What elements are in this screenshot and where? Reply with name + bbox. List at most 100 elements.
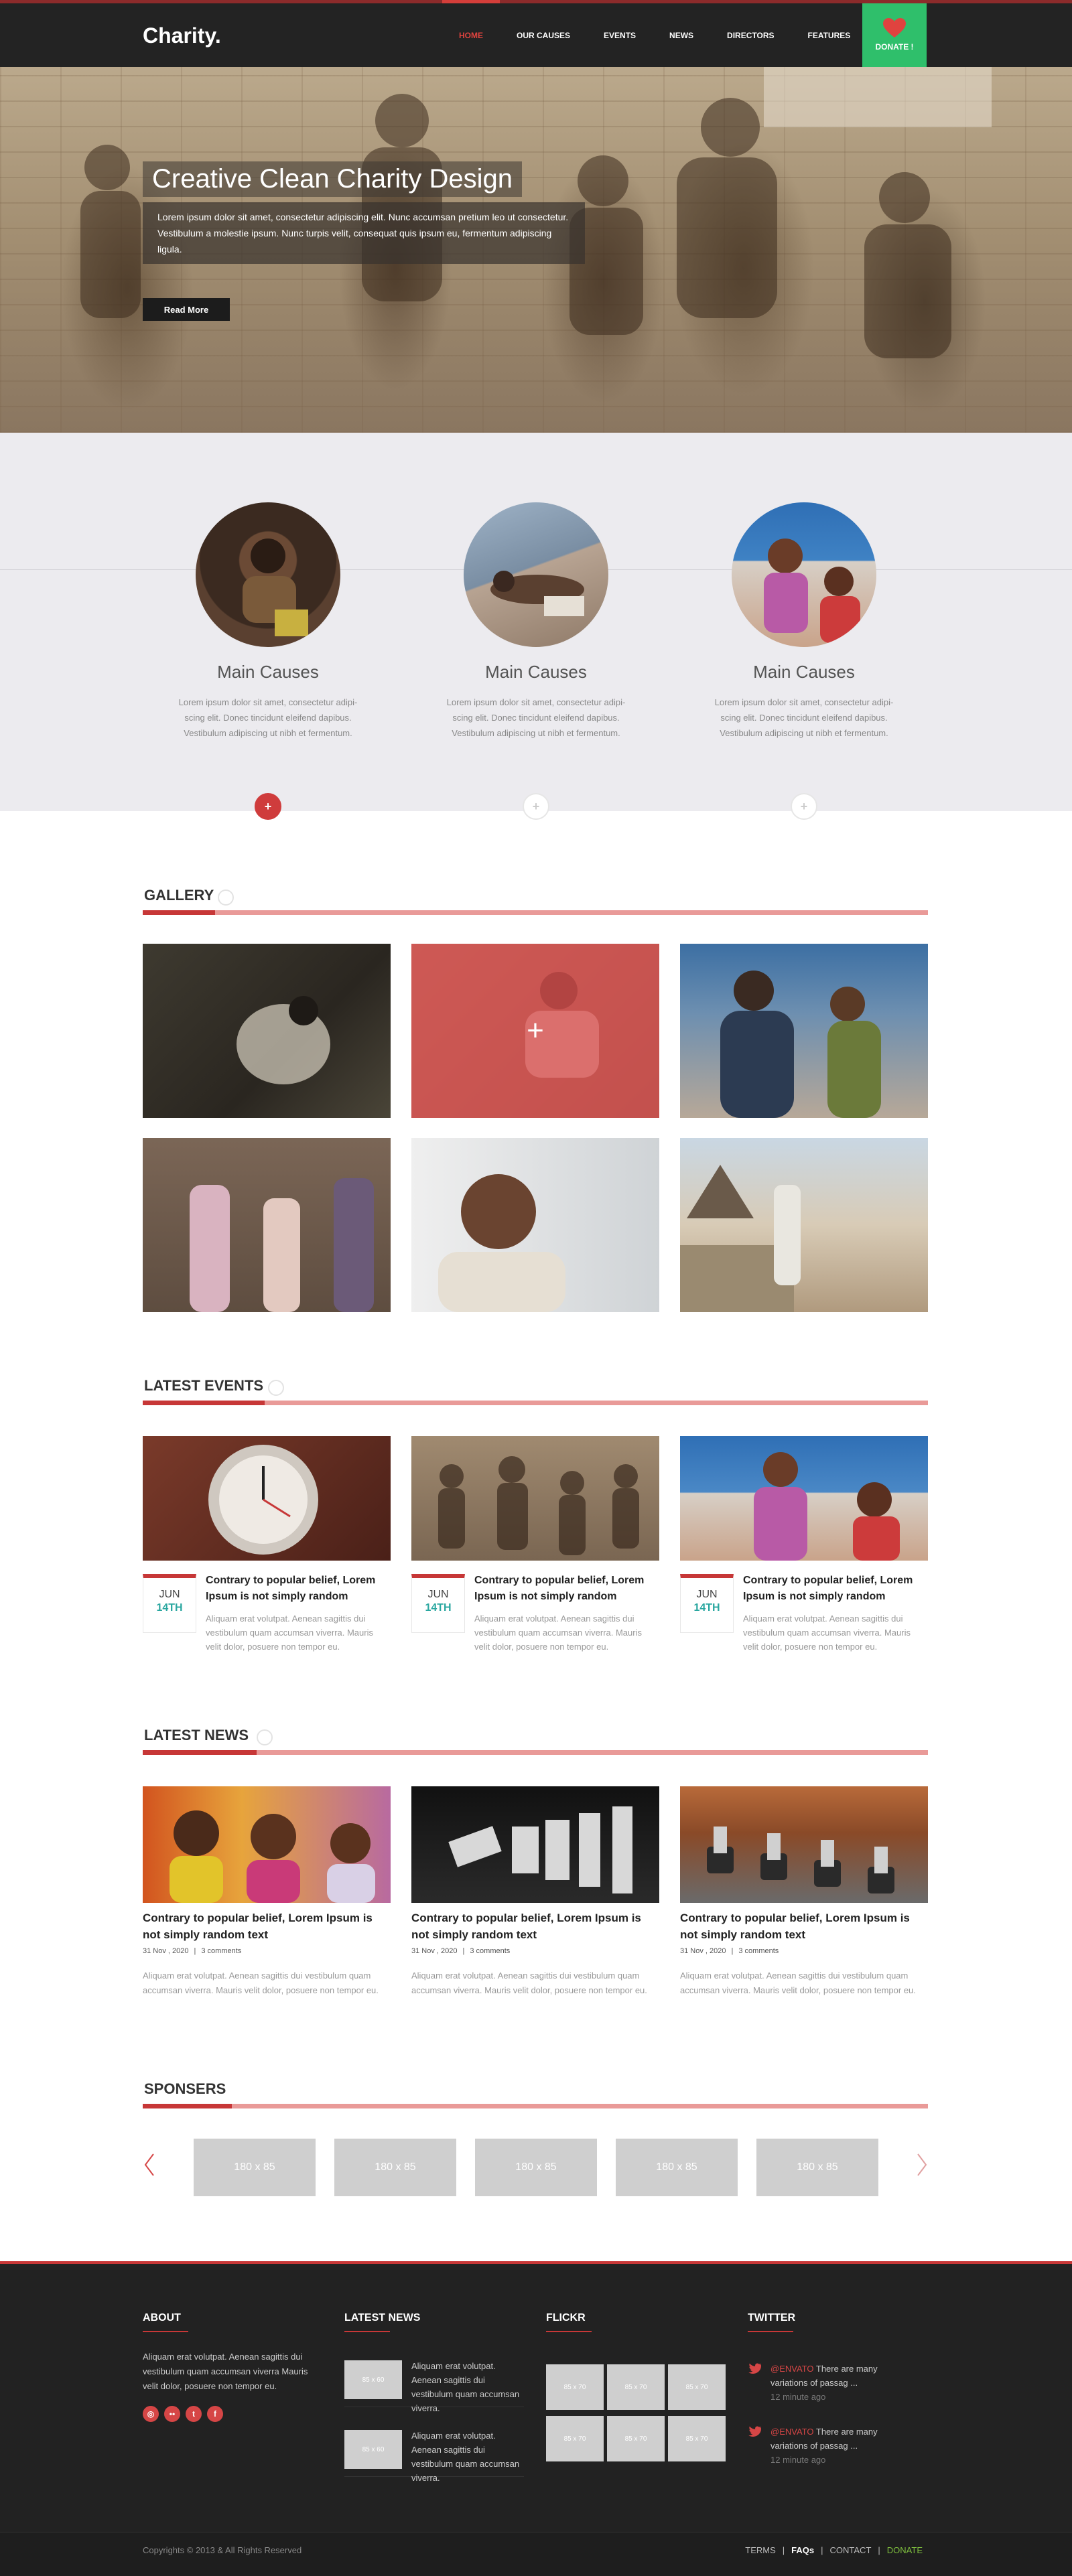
cause-image[interactable] xyxy=(732,502,876,647)
event-text: Aliquam erat volutpat. Aenean sagittis d… xyxy=(206,1614,373,1652)
donate-button[interactable]: DONATE ! xyxy=(862,3,927,70)
gallery-image[interactable] xyxy=(411,1138,659,1312)
event-title[interactable]: Contrary to popular belief, Lorem Ipsum … xyxy=(743,1573,928,1605)
news-title[interactable]: Contrary to popular belief, Lorem Ipsum … xyxy=(143,1910,391,1943)
events-heading: LATEST EVENTS xyxy=(143,1377,928,1405)
gallery-image[interactable]: + xyxy=(411,944,659,1118)
news-title[interactable]: Contrary to popular belief, Lorem Ipsum … xyxy=(411,1910,659,1943)
news-image[interactable] xyxy=(411,1786,659,1903)
tweet-body: @ENVATO There are many variations of pas… xyxy=(770,2425,902,2467)
hero-banner: Creative Clean Charity Design Lorem ipsu… xyxy=(0,67,1072,433)
footer-news-text: Aliquam erat volutpat. Aenean sagittis d… xyxy=(411,2431,520,2483)
copyright-text: Copyrights © 2013 & All Rights Reserved xyxy=(143,2545,302,2555)
nav-item-our-causes[interactable]: OUR CAUSES xyxy=(500,3,587,67)
news-date: 31 Nov , 2020 xyxy=(680,1947,726,1955)
cause-title: Main Causes xyxy=(485,662,587,682)
footer-twitter-title: TWITTER xyxy=(748,2312,795,2339)
flickr-thumb[interactable]: 85 x 70 xyxy=(546,2364,604,2410)
news-title: LATEST NEWS xyxy=(144,1727,249,1743)
news-date: 31 Nov , 2020 xyxy=(143,1947,189,1955)
footer-flickr: FLICKR xyxy=(546,2312,592,2339)
news-meta: 31 Nov , 2020 | 3 comments xyxy=(143,1947,242,1955)
sponsor-logo[interactable]: 180 x 85 xyxy=(616,2139,738,2196)
heart-icon xyxy=(883,18,906,38)
event-title[interactable]: Contrary to popular belief, Lorem Ipsum … xyxy=(474,1573,659,1605)
heading-circle-icon xyxy=(268,1380,284,1396)
flickr-thumb[interactable]: 85 x 70 xyxy=(546,2416,604,2461)
cause-slider-dot[interactable]: + xyxy=(255,793,281,820)
chevron-left-icon[interactable] xyxy=(143,2151,156,2178)
flickr-icon[interactable]: •• xyxy=(164,2406,180,2422)
site-logo[interactable]: Charity. xyxy=(143,23,221,48)
gallery-heading: GALLERY xyxy=(143,887,928,915)
news-text: Aliquam erat volutpat. Aenean sagittis d… xyxy=(411,1971,647,1995)
sponsor-logo[interactable]: 180 x 85 xyxy=(194,2139,316,2196)
event-date-badge: JUN 14TH xyxy=(680,1574,734,1633)
news-comments[interactable]: 3 comments xyxy=(201,1947,241,1955)
main-nav: HOME OUR CAUSES EVENTS NEWS DIRECTORS FE… xyxy=(442,0,867,67)
cause-slider-dot[interactable]: + xyxy=(791,793,817,820)
zoom-plus-icon[interactable]: + xyxy=(411,944,659,1118)
sponsor-logo[interactable]: 180 x 85 xyxy=(334,2139,456,2196)
event-day: 14TH xyxy=(425,1602,452,1614)
tumblr-icon[interactable]: t xyxy=(186,2406,202,2422)
flickr-thumb[interactable]: 85 x 70 xyxy=(607,2416,665,2461)
gallery-image[interactable] xyxy=(680,944,928,1118)
cause-text: Lorem ipsum dolor sit amet, consectetur … xyxy=(446,697,626,738)
flickr-thumb[interactable]: 85 x 70 xyxy=(668,2416,726,2461)
tweet-handle[interactable]: @ENVATO xyxy=(770,2364,814,2374)
gallery-image[interactable] xyxy=(143,944,391,1118)
heading-underline xyxy=(143,1750,928,1755)
read-more-button[interactable]: Read More xyxy=(143,298,230,321)
nav-item-news[interactable]: NEWS xyxy=(653,3,710,67)
event-image[interactable] xyxy=(680,1436,928,1561)
tweet-time: 12 minute ago xyxy=(770,2392,826,2402)
news-title[interactable]: Contrary to popular belief, Lorem Ipsum … xyxy=(680,1910,928,1943)
news-comments[interactable]: 3 comments xyxy=(470,1947,510,1955)
footer-flickr-title: FLICKR xyxy=(546,2312,592,2339)
event-image[interactable] xyxy=(411,1436,659,1561)
twitter-bird-icon xyxy=(748,2363,761,2374)
facebook-icon[interactable]: f xyxy=(207,2406,223,2422)
events-title: LATEST EVENTS xyxy=(144,1377,264,1394)
footer-about-text: Aliquam erat volutpat. Aenean sagittis d… xyxy=(143,2352,308,2391)
footer-about-title: ABOUT xyxy=(143,2312,322,2339)
sponsor-logo[interactable]: 180 x 85 xyxy=(756,2139,878,2196)
news-text: Aliquam erat volutpat. Aenean sagittis d… xyxy=(680,1971,916,1995)
tweet-handle[interactable]: @ENVATO xyxy=(770,2427,814,2437)
news-heading: LATEST NEWS xyxy=(143,1727,928,1755)
news-image[interactable] xyxy=(143,1786,391,1903)
footer-links: TERMS | FAQs | CONTACT | DONATE xyxy=(745,2545,923,2555)
tweet: @ENVATO There are many variations of pas… xyxy=(748,2362,902,2404)
news-image[interactable] xyxy=(680,1786,928,1903)
gallery-image[interactable] xyxy=(680,1138,928,1312)
instagram-icon[interactable]: ◎ xyxy=(143,2406,159,2422)
cause-image[interactable] xyxy=(196,502,340,647)
social-links: ◎ •• t f xyxy=(143,2406,322,2422)
footer-link-contact[interactable]: CONTACT xyxy=(830,2545,872,2555)
nav-item-events[interactable]: EVENTS xyxy=(587,3,653,67)
footer-link-donate[interactable]: DONATE xyxy=(887,2545,923,2555)
nav-item-features[interactable]: FEATURES xyxy=(791,3,867,67)
heading-circle-icon xyxy=(218,889,234,906)
footer-news-text: Aliquam erat volutpat. Aenean sagittis d… xyxy=(411,2361,520,2413)
news-text: Aliquam erat volutpat. Aenean sagittis d… xyxy=(143,1971,379,1995)
news-comments[interactable]: 3 comments xyxy=(738,1947,779,1955)
flickr-thumb[interactable]: 85 x 70 xyxy=(668,2364,726,2410)
event-date-badge: JUN 14TH xyxy=(143,1574,196,1633)
nav-item-home[interactable]: HOME xyxy=(442,0,500,67)
nav-item-directors[interactable]: DIRECTORS xyxy=(710,3,791,67)
footer-news-thumb: 85 x 60 xyxy=(344,2430,402,2469)
cause-slider-dot[interactable]: + xyxy=(523,793,549,820)
footer-link-terms[interactable]: TERMS xyxy=(745,2545,776,2555)
event-title[interactable]: Contrary to popular belief, Lorem Ipsum … xyxy=(206,1573,391,1605)
chevron-right-icon[interactable] xyxy=(915,2151,929,2178)
cause-image[interactable] xyxy=(464,502,608,647)
footer-news-item[interactable]: 85 x 60 Aliquam erat volutpat. Aenean sa… xyxy=(344,2425,524,2483)
footer-news-item[interactable]: 85 x 60 Aliquam erat volutpat. Aenean sa… xyxy=(344,2355,524,2413)
flickr-thumb[interactable]: 85 x 70 xyxy=(607,2364,665,2410)
gallery-image[interactable] xyxy=(143,1138,391,1312)
sponsor-logo[interactable]: 180 x 85 xyxy=(475,2139,597,2196)
event-image[interactable] xyxy=(143,1436,391,1561)
footer-link-faqs[interactable]: FAQs xyxy=(791,2545,814,2555)
